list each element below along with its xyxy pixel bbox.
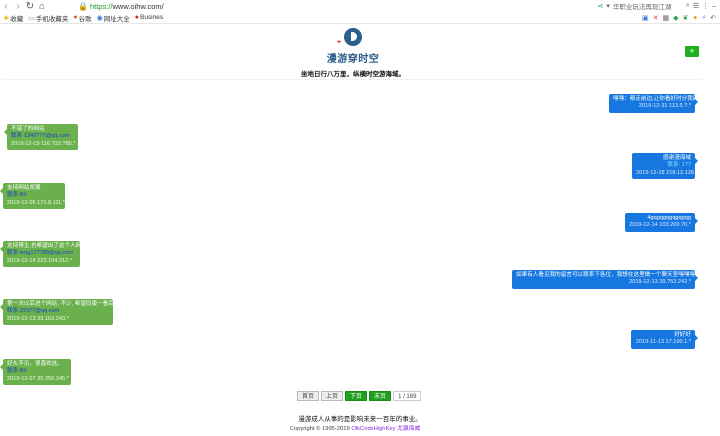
last-page-button[interactable]: 末页 (369, 391, 392, 401)
undo-icon[interactable]: ↶ (710, 14, 716, 22)
message-bubble: 第一次以后进个网站, 不少, 希望同版一看后 联系 2237?@qq.com 2… (0, 299, 114, 326)
message-bubble: 感谢漫海域 联系: 1?? 2019-12-18 218.12.126.* (632, 153, 698, 180)
message-bubble: 嘿嘿：都走前边,让你看好时分我确好叫 2019-12-31 113.5.?.* (609, 94, 710, 113)
message-contact: 联系 1340???@qq.com (11, 133, 70, 140)
translate-icon[interactable]: ▣ (642, 14, 649, 22)
message-text: 嘿嘿：都走前边,让你看好时分我确好叫 (613, 96, 710, 102)
toolbar-divider (0, 23, 720, 24)
message-meta: 2019-11-13 17.190.1.* (635, 339, 691, 346)
lock-icon: 🔒 (78, 1, 88, 11)
message-bubble: 4gqgqgqgqgqgqg 2019-12-14 103.209.?0.* (625, 213, 698, 232)
message-contact: 联系 Bil (7, 368, 26, 375)
extensions-strip: ▣ ✕ ▦ ◆ ❦ ✦ ⌕ ↶ (642, 12, 716, 23)
refresh-icon[interactable]: ↻ (24, 0, 36, 12)
browser-toolbar: ‹ › ↻ ⌂ 🔒 https://www.oihw.com/ ⋖ ▾ 华职业玩… (0, 0, 720, 12)
copyright-link[interactable]: OlkCodsHighKey 尤瀛海威 (351, 426, 420, 432)
message-meta: 2019-12-31 113.5.?.* (638, 103, 691, 110)
message-bubble: 支持博主,也希望出了这个人网! 联系 leng1??789@qq.com 201… (0, 241, 83, 268)
page-indicator: 1 / 169 (393, 391, 422, 401)
message-text: 如果有人看见我的留言可以联系下各位，我想在这里做一个聊天室嘿嘿嘿 (516, 272, 696, 278)
message-bubble: 如果有人看见我的留言可以联系下各位，我想在这里做一个聊天室嘿嘿嘿 2019-12… (512, 270, 698, 289)
dropdown-icon[interactable]: ▾ (606, 2, 610, 10)
url-host: www.oihw.com/ (112, 1, 164, 11)
more-icon[interactable]: ⋮ (702, 2, 709, 10)
url-scheme: https:// (89, 1, 113, 11)
bookmark-mobile[interactable]: ▭ 手机收藏夹 (28, 13, 68, 23)
search-icon[interactable]: ⌕ (686, 2, 690, 10)
message-meta: 2019-12-05 171.8.111.* (7, 199, 65, 206)
search-input[interactable]: 华职业玩法再现江湖 (613, 1, 683, 11)
site-slogan: 坐地日行八万里，纵横时空游海域。 (301, 71, 405, 78)
pagination: 首页 上页 下页 末页 1 / 169 (297, 391, 422, 401)
copyright-text: Copyright © 1995-2019 (289, 426, 352, 432)
cross-mark-icon: + (337, 39, 342, 46)
address-bar[interactable]: 🔒 https://www.oihw.com/ (78, 1, 538, 12)
message-contact: 联系 Bil (7, 192, 26, 199)
prev-page-button[interactable]: 上页 (321, 391, 344, 401)
menu-icon[interactable]: ☰ (693, 2, 699, 10)
bookmark-google[interactable]: ● 谷歌 (73, 13, 91, 23)
bookmark-business[interactable]: ● Busines (135, 14, 163, 21)
message-meta: 2019-12-14 223.104.212.* (7, 257, 73, 264)
site-logo-icon (344, 28, 362, 46)
bookmarks-bar: ★ 收藏 ▭ 手机收藏夹 ● 谷歌 ◉ 网址大全 ● Busines (0, 12, 720, 23)
message-contact: 联系: 1?? (667, 162, 691, 169)
message-bubble: 不错了的网站 联系 1340???@qq.com 2019-12-19 116.… (4, 124, 78, 151)
message-meta: 2019-12-13 39.?53.242.* (629, 279, 691, 286)
home-icon[interactable]: ⌂ (36, 0, 48, 12)
sohu-icon: ● (73, 14, 78, 21)
message-meta: 2019-12-07 35.250.245.* (7, 375, 69, 382)
message-text: 好好好 (674, 332, 691, 338)
file-icon: ▭ (28, 14, 35, 22)
globe-icon: ◉ (96, 14, 103, 22)
message-meta: 2019-12-14 103.209.?0.* (629, 222, 691, 229)
cross-icon[interactable]: ✕ (653, 14, 659, 22)
header-divider (2, 79, 702, 80)
message-text: 4gqgqgqgqgqgqg (647, 215, 691, 221)
magnifier-icon[interactable]: ⌕ (702, 14, 706, 22)
message-contact: 联系 leng1??789@qq.com (7, 250, 74, 257)
bookmark-favorites[interactable]: ★ 收藏 (3, 13, 23, 23)
add-message-button[interactable]: + (685, 46, 699, 57)
message-meta: 2019-12-18 218.12.126.* (636, 169, 698, 176)
footer-copyright: Copyright © 1995-2019 OlkCodsHighKey 尤瀛海… (240, 423, 470, 432)
extension-icon[interactable]: ✦ (692, 14, 698, 22)
site-name: 漫游穿时空 (326, 54, 380, 65)
message-bubble: 好久不见，很喜欢这。 联系 Bil 2019-12-07 35.250.245.… (0, 359, 71, 386)
shield-icon[interactable]: ◆ (673, 14, 678, 22)
minimize-icon[interactable]: – (712, 3, 716, 10)
message-bubble: 支持网站发展 联系 Bil 2019-12-05 171.8.111.* (0, 183, 65, 210)
shop-icon: ● (134, 14, 139, 21)
next-page-button[interactable]: 下页 (345, 391, 368, 401)
share-icon[interactable]: ⋖ (598, 2, 604, 10)
grid-icon[interactable]: ▦ (662, 14, 669, 22)
footer-tagline: 漫游成人从事的是影响未来一百年的事业。 (298, 416, 422, 423)
message-meta: 2019-12-19 116.?32.?85.* (11, 140, 76, 147)
back-icon[interactable]: ‹ (0, 0, 12, 12)
message-meta: 2019-12-13 39.163.243.* (7, 315, 69, 322)
leaf-icon[interactable]: ❦ (682, 14, 688, 22)
forward-icon[interactable]: › (12, 0, 24, 12)
message-bubble: 好好好 2019-11-13 17.190.1.* (631, 330, 698, 349)
bookmark-directory[interactable]: ◉ 网址大全 (97, 13, 130, 23)
star-icon: ★ (3, 14, 10, 22)
message-contact: 联系 2237?@qq.com (7, 308, 60, 315)
first-page-button[interactable]: 首页 (297, 391, 320, 401)
